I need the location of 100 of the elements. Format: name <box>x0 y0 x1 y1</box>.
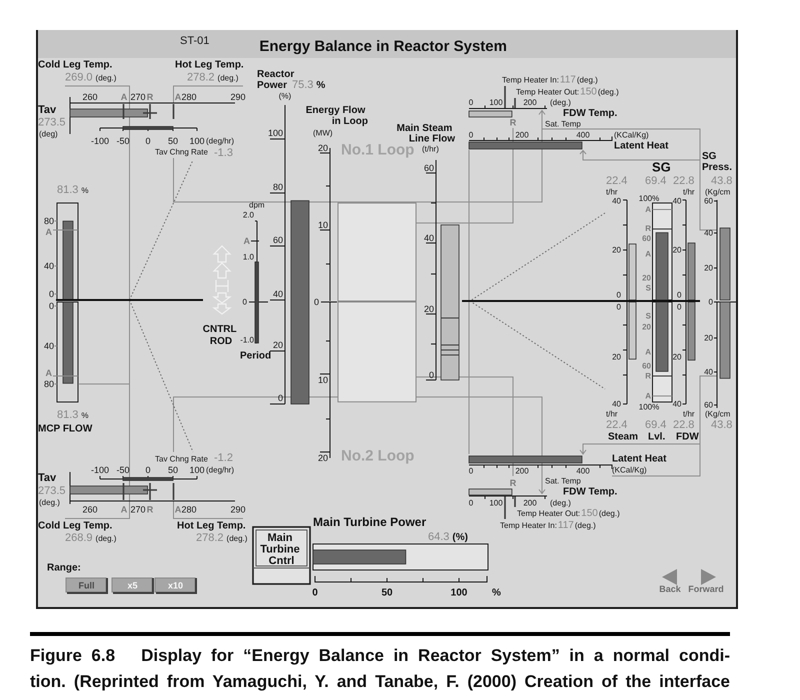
unit-label: % <box>492 588 501 598</box>
unit-label: (deg/hr) <box>206 136 234 146</box>
tick-label: 20 <box>612 246 621 254</box>
column-label: FDW <box>676 432 699 442</box>
unit-label: % <box>81 186 89 194</box>
display-title: Energy Balance in Reactor System <box>259 39 507 54</box>
unit-label: (KCal/Kg) <box>612 466 647 474</box>
feedwater-flow-value: 22.8 <box>673 419 694 431</box>
tick-label: 200 <box>523 498 537 508</box>
tick-label: 20 <box>272 340 283 350</box>
tick-label: 20 <box>672 246 682 254</box>
scale-label: 60 <box>642 234 651 243</box>
forward-button[interactable]: Forward <box>688 569 724 594</box>
column-label: Lvl. <box>648 432 666 442</box>
tick-label: 0 <box>468 466 474 476</box>
scale-label: S <box>646 312 651 320</box>
heater-out-value: 150 <box>580 86 597 97</box>
sat-temp-label: Sat. Temp <box>545 120 581 128</box>
heater-marker-line <box>514 496 516 507</box>
fdw-temp-label: FDW Temp. <box>563 108 618 119</box>
steam-flow-value: 22.4 <box>606 419 628 431</box>
tick-label: 0 <box>616 302 621 312</box>
tick-label: 400 <box>576 466 590 476</box>
tick-label: 260 <box>82 504 98 514</box>
tick-label: 20 <box>318 143 328 153</box>
unit-label: dpm <box>249 200 265 210</box>
mark-label: A <box>46 368 52 378</box>
heater-in-label: Temp Heater In: <box>502 75 559 84</box>
tick-label: 100 <box>450 588 468 598</box>
unit-label: t/hr <box>606 188 618 196</box>
scale-label: S <box>646 284 651 292</box>
rate-label: Tav Chng Rate <box>155 148 208 156</box>
main-steam-flow-label: Main Steam Line Flow <box>396 122 455 144</box>
scale-label: 20 <box>642 322 651 332</box>
heater-in-value: 117 <box>560 74 576 85</box>
tick-label: 40 <box>44 261 54 271</box>
turbine-control-button[interactable]: Main Turbine Cntrl <box>252 526 311 585</box>
latent-heat-label: Latent Heat <box>612 454 666 464</box>
hot-leg-temp-label: Hot Leg Temp. <box>175 60 244 70</box>
level-value: 69.4 <box>645 175 666 187</box>
cold-leg-temp-value: 268.9 <box>65 532 93 544</box>
tick-label: 200 <box>523 98 537 107</box>
unit-label: (deg.) <box>598 87 619 96</box>
feedwater-flow-value: 22.8 <box>673 175 694 187</box>
tick-label: 0 <box>428 370 434 380</box>
reactor-power-value: 75.3 <box>292 79 314 91</box>
tick-label: 0 <box>146 465 150 475</box>
unit-label: (deg.) <box>39 498 60 507</box>
tick-label: 270 <box>130 504 146 514</box>
unit-label: (Kg/cm <box>705 188 730 196</box>
unit-label: (deg/hr) <box>206 466 234 474</box>
tick-label: 20 <box>318 453 328 463</box>
scale-label: 60 <box>642 362 651 370</box>
turbine-power-label: Main Turbine Power <box>313 515 426 529</box>
unit-label: (deg) <box>39 130 58 138</box>
tick-label: 0 <box>677 302 682 312</box>
unit-label: (deg.) <box>96 534 116 542</box>
tick-label: 1.0 <box>242 252 254 262</box>
cold-leg-temp-value: 269.0 <box>65 72 93 84</box>
tick-label: 60 <box>704 196 713 206</box>
mark-label: R <box>146 504 154 514</box>
range-button[interactable]: x10 <box>154 578 197 594</box>
tick-label: 260 <box>82 92 98 102</box>
unit-label: (deg.) <box>550 498 571 508</box>
indicator-line <box>172 104 174 119</box>
right-triangle-icon <box>701 569 716 585</box>
indicator-line <box>122 483 124 500</box>
unit-label: (t/hr) <box>422 144 439 154</box>
tick-label: 40 <box>672 196 682 206</box>
scale-label: A <box>645 348 651 356</box>
tick-label: -50 <box>116 465 130 475</box>
unit-label: (KCal/Kg) <box>614 130 649 140</box>
tick-label: 20 <box>672 352 682 362</box>
tick-label: 0 <box>314 297 319 307</box>
tick-label: 200 <box>515 130 529 140</box>
tick-label: 40 <box>424 233 434 243</box>
scale-label: A <box>645 205 651 214</box>
range-button[interactable]: Full <box>66 578 108 594</box>
tav-value: 273.5 <box>38 116 66 128</box>
unit-label: (Kg/cm <box>705 410 730 418</box>
tick-label: 50 <box>168 465 178 475</box>
tick-label: 0 <box>278 393 283 403</box>
back-button[interactable]: Back <box>659 569 681 594</box>
heater-out-label: Temp Heater Out: <box>516 87 580 96</box>
tick-label: 0 <box>48 301 54 311</box>
tick-label: 50 <box>381 588 393 598</box>
tick-label: 20 <box>704 334 713 342</box>
unit-label: (MW) <box>313 128 333 138</box>
range-button[interactable]: x5 <box>112 578 154 594</box>
cold-leg-temp-label: Cold Leg Temp. <box>38 520 112 532</box>
tick-label: -100 <box>91 465 109 475</box>
column-label: Steam <box>608 432 638 442</box>
tick-label: 290 <box>230 92 246 102</box>
control-rod-label: CNTRL ROD <box>202 324 236 346</box>
left-triangle-icon <box>662 569 677 585</box>
tick-label: 0 <box>48 289 54 299</box>
tick-label: 100 <box>489 98 503 107</box>
tick-label: 60 <box>704 400 713 410</box>
tav-label: Tav <box>38 472 56 484</box>
tav-label: Tav <box>38 104 56 116</box>
